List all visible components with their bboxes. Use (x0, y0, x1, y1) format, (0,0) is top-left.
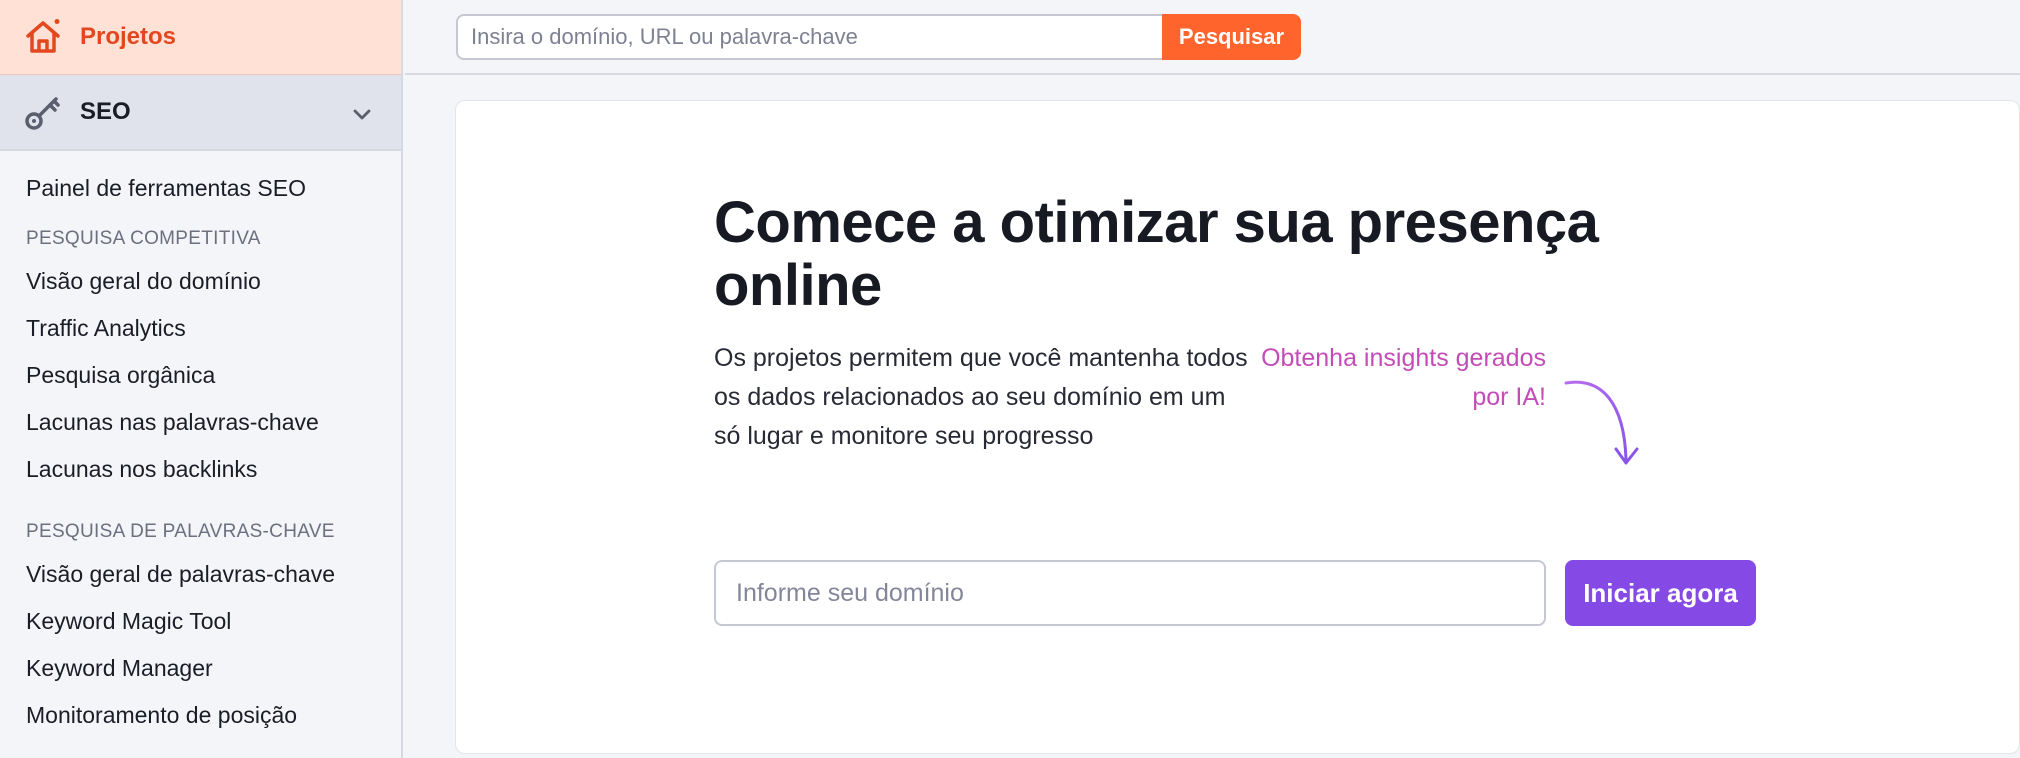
curved-arrow-icon (1564, 380, 1639, 465)
sidebar-item-projects[interactable]: Projetos (0, 0, 401, 75)
sidebar-item-backlink-gap[interactable]: Lacunas nos backlinks (0, 446, 401, 493)
section-title-competitive: PESQUISA COMPETITIVA (26, 228, 261, 249)
sidebar-item-keyword-manager[interactable]: Keyword Manager (0, 645, 401, 692)
section-title-keyword-research: PESQUISA DE PALAVRAS-CHAVE (26, 521, 335, 542)
top-bar: Pesquisar (405, 0, 2020, 75)
sidebar-item-seo-dashboard[interactable]: Painel de ferramentas SEO (0, 165, 401, 212)
domain-input[interactable] (714, 560, 1546, 626)
sidebar-nav: Painel de ferramentas SEO PESQUISA COMPE… (0, 151, 401, 739)
projects-card: Comece a otimizar sua presença online Os… (455, 100, 2020, 754)
search-input[interactable] (456, 14, 1164, 60)
sidebar-item-position-tracking[interactable]: Monitoramento de posição (0, 692, 401, 739)
search-button[interactable]: Pesquisar (1162, 14, 1301, 60)
sidebar-item-organic-research[interactable]: Pesquisa orgânica (0, 352, 401, 399)
start-now-button[interactable]: Iniciar agora (1565, 560, 1756, 626)
sidebar-item-keyword-overview[interactable]: Visão geral de palavras-chave (0, 551, 401, 598)
sidebar-item-keyword-magic-tool[interactable]: Keyword Magic Tool (0, 598, 401, 645)
page-title: Comece a otimizar sua presença online (714, 190, 1599, 318)
sidebar: Projetos SEO Painel de ferramentas SEO P… (0, 0, 403, 758)
projects-label: Projetos (80, 23, 177, 50)
ai-insights-text: Obtenha insights gerados por IA! (1261, 344, 1546, 411)
home-icon (26, 19, 60, 53)
key-icon (25, 97, 60, 130)
chevron-down-icon[interactable] (351, 103, 373, 125)
description-text: Os projetos permitem que você mantenha t… (714, 344, 1248, 450)
seo-label: SEO (80, 98, 131, 125)
sidebar-item-domain-overview[interactable]: Visão geral do domínio (0, 258, 401, 305)
sidebar-item-seo[interactable]: SEO (0, 75, 401, 151)
sidebar-item-keyword-gap[interactable]: Lacunas nas palavras-chave (0, 399, 401, 446)
sidebar-item-traffic-analytics[interactable]: Traffic Analytics (0, 305, 401, 352)
